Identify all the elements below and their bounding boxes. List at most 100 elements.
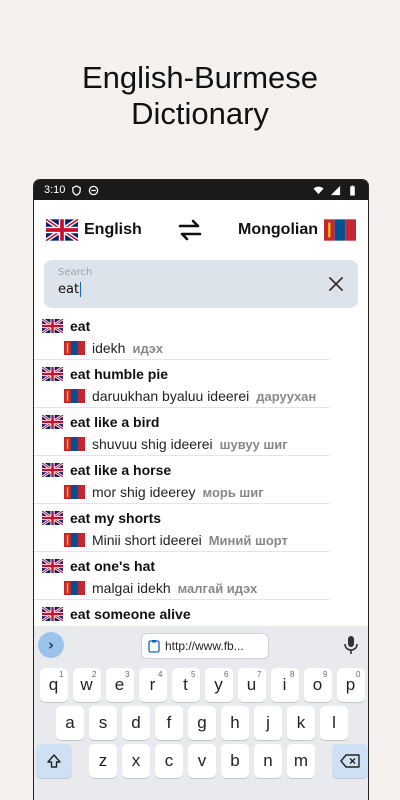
key-s[interactable]: s (89, 706, 117, 740)
key-r[interactable]: r4 (138, 668, 167, 702)
key-label: n (263, 751, 273, 770)
result-cyrillic: шувуу шиг (219, 436, 288, 452)
keyboard-expand-icon[interactable]: › (38, 632, 64, 658)
key-t[interactable]: t5 (171, 668, 200, 702)
key-w[interactable]: w2 (72, 668, 101, 702)
target-language-selector[interactable]: Mongolian (238, 219, 356, 241)
mongolia-flag-icon (324, 219, 356, 241)
key-o[interactable]: o9 (303, 668, 332, 702)
key-label: r (149, 675, 156, 694)
wifi-icon (313, 186, 324, 194)
promo-title-line2: Dictionary (131, 96, 269, 131)
key-label: l (332, 713, 336, 732)
key-i[interactable]: i8 (270, 668, 299, 702)
key-v[interactable]: v (188, 744, 216, 778)
uk-flag-icon (42, 463, 63, 477)
signal-icon (330, 185, 341, 195)
key-k[interactable]: k (287, 706, 315, 740)
key-x[interactable]: x (122, 744, 150, 778)
shift-key[interactable] (36, 744, 72, 778)
result-term: eat my shorts (70, 510, 162, 526)
backspace-icon (340, 754, 360, 768)
result-item[interactable]: eat like a horse mor shig ideerey морь шиг (34, 456, 330, 504)
mongolia-flag-icon (64, 341, 85, 355)
key-p[interactable]: p0 (336, 668, 365, 702)
clear-icon[interactable] (326, 274, 346, 294)
key-label: q (48, 675, 59, 694)
result-term: eat like a bird (70, 414, 160, 430)
result-cyrillic: идэх (132, 340, 163, 356)
key-label: k (296, 713, 306, 732)
key-label: b (230, 751, 240, 770)
key-l[interactable]: l (320, 706, 348, 740)
key-label: e (114, 675, 125, 694)
language-bar: English Mongolian (34, 200, 368, 260)
key-label: u (246, 675, 257, 694)
key-u[interactable]: u7 (237, 668, 266, 702)
microphone-icon[interactable] (342, 635, 360, 655)
result-cyrillic: дарууxан (256, 388, 317, 404)
key-label: w (80, 675, 93, 694)
shift-icon (47, 754, 61, 768)
result-term: eat humble pie (70, 366, 169, 382)
result-item[interactable]: eat one's hat malgai idekh малгай идэх (34, 552, 330, 600)
key-label: p (345, 675, 356, 694)
result-item[interactable]: eat my shorts Minii short ideerei Миний шо… (34, 504, 330, 552)
key-j[interactable]: j (254, 706, 282, 740)
uk-flag-icon (42, 511, 63, 525)
result-transliteration: idekh (92, 340, 126, 356)
key-number-hint: 1 (59, 670, 64, 679)
clipboard-icon (148, 640, 160, 653)
search-input[interactable]: eat (58, 282, 82, 297)
mongolia-flag-icon (64, 389, 85, 403)
mongolia-flag-icon (64, 581, 85, 595)
result-item[interactable]: eat like a bird shuvuu shig ideerei шувуу … (34, 408, 330, 456)
key-label: y (214, 675, 223, 694)
key-m[interactable]: m (287, 744, 315, 778)
uk-flag-icon (42, 319, 63, 333)
app-notification-icon (89, 185, 99, 195)
key-h[interactable]: h (221, 706, 249, 740)
battery-icon (350, 184, 355, 196)
result-transliteration: Minii short ideerei (92, 532, 202, 548)
key-number-hint: 7 (257, 670, 262, 679)
status-time: 3:10 (44, 184, 66, 196)
key-label: i (282, 675, 287, 694)
keyboard-row-1: q1w2e3r4t5y6u7i8o9p0 (34, 668, 368, 702)
key-number-hint: 6 (224, 670, 229, 679)
key-number-hint: 0 (356, 670, 361, 679)
key-y[interactable]: y6 (204, 668, 233, 702)
key-z[interactable]: z (89, 744, 117, 778)
key-b[interactable]: b (221, 744, 249, 778)
result-item[interactable]: eat humble pie daruukhan byaluu ideerei да… (34, 360, 330, 408)
key-label: j (266, 713, 270, 732)
key-label: v (197, 751, 207, 770)
key-a[interactable]: a (56, 706, 84, 740)
swap-languages-icon[interactable] (177, 219, 203, 241)
key-g[interactable]: g (188, 706, 216, 740)
result-cyrillic: Миний шорт (208, 532, 288, 548)
result-item[interactable]: eat idekh идэх (34, 312, 330, 360)
key-label: x (131, 751, 141, 770)
keyboard-row-3: zxcv b nm (34, 744, 368, 778)
key-q[interactable]: q1 (39, 668, 68, 702)
key-number-hint: 8 (290, 670, 295, 679)
key-label: o (312, 675, 323, 694)
uk-flag-icon (42, 415, 63, 429)
key-number-hint: 2 (92, 670, 97, 679)
key-e[interactable]: e3 (105, 668, 134, 702)
key-c[interactable]: c (155, 744, 183, 778)
on-screen-keyboard: › http://www.fb... q1w2e3r4t5y6u7i8o9p0 … (34, 626, 368, 800)
clipboard-suggestion[interactable]: http://www.fb... (141, 633, 269, 659)
promo-title: English-Burmese Dictionary (0, 60, 400, 132)
search-box[interactable]: Search eat (44, 260, 358, 308)
backspace-key[interactable] (332, 744, 368, 778)
mongolia-flag-icon (64, 437, 85, 451)
result-transliteration: malgai idekh (92, 580, 171, 596)
target-language-label: Mongolian (238, 221, 318, 238)
key-number-hint: 5 (191, 670, 196, 679)
key-d[interactable]: d (122, 706, 150, 740)
source-language-selector[interactable]: English (46, 219, 142, 241)
key-f[interactable]: f (155, 706, 183, 740)
key-n[interactable]: n (254, 744, 282, 778)
